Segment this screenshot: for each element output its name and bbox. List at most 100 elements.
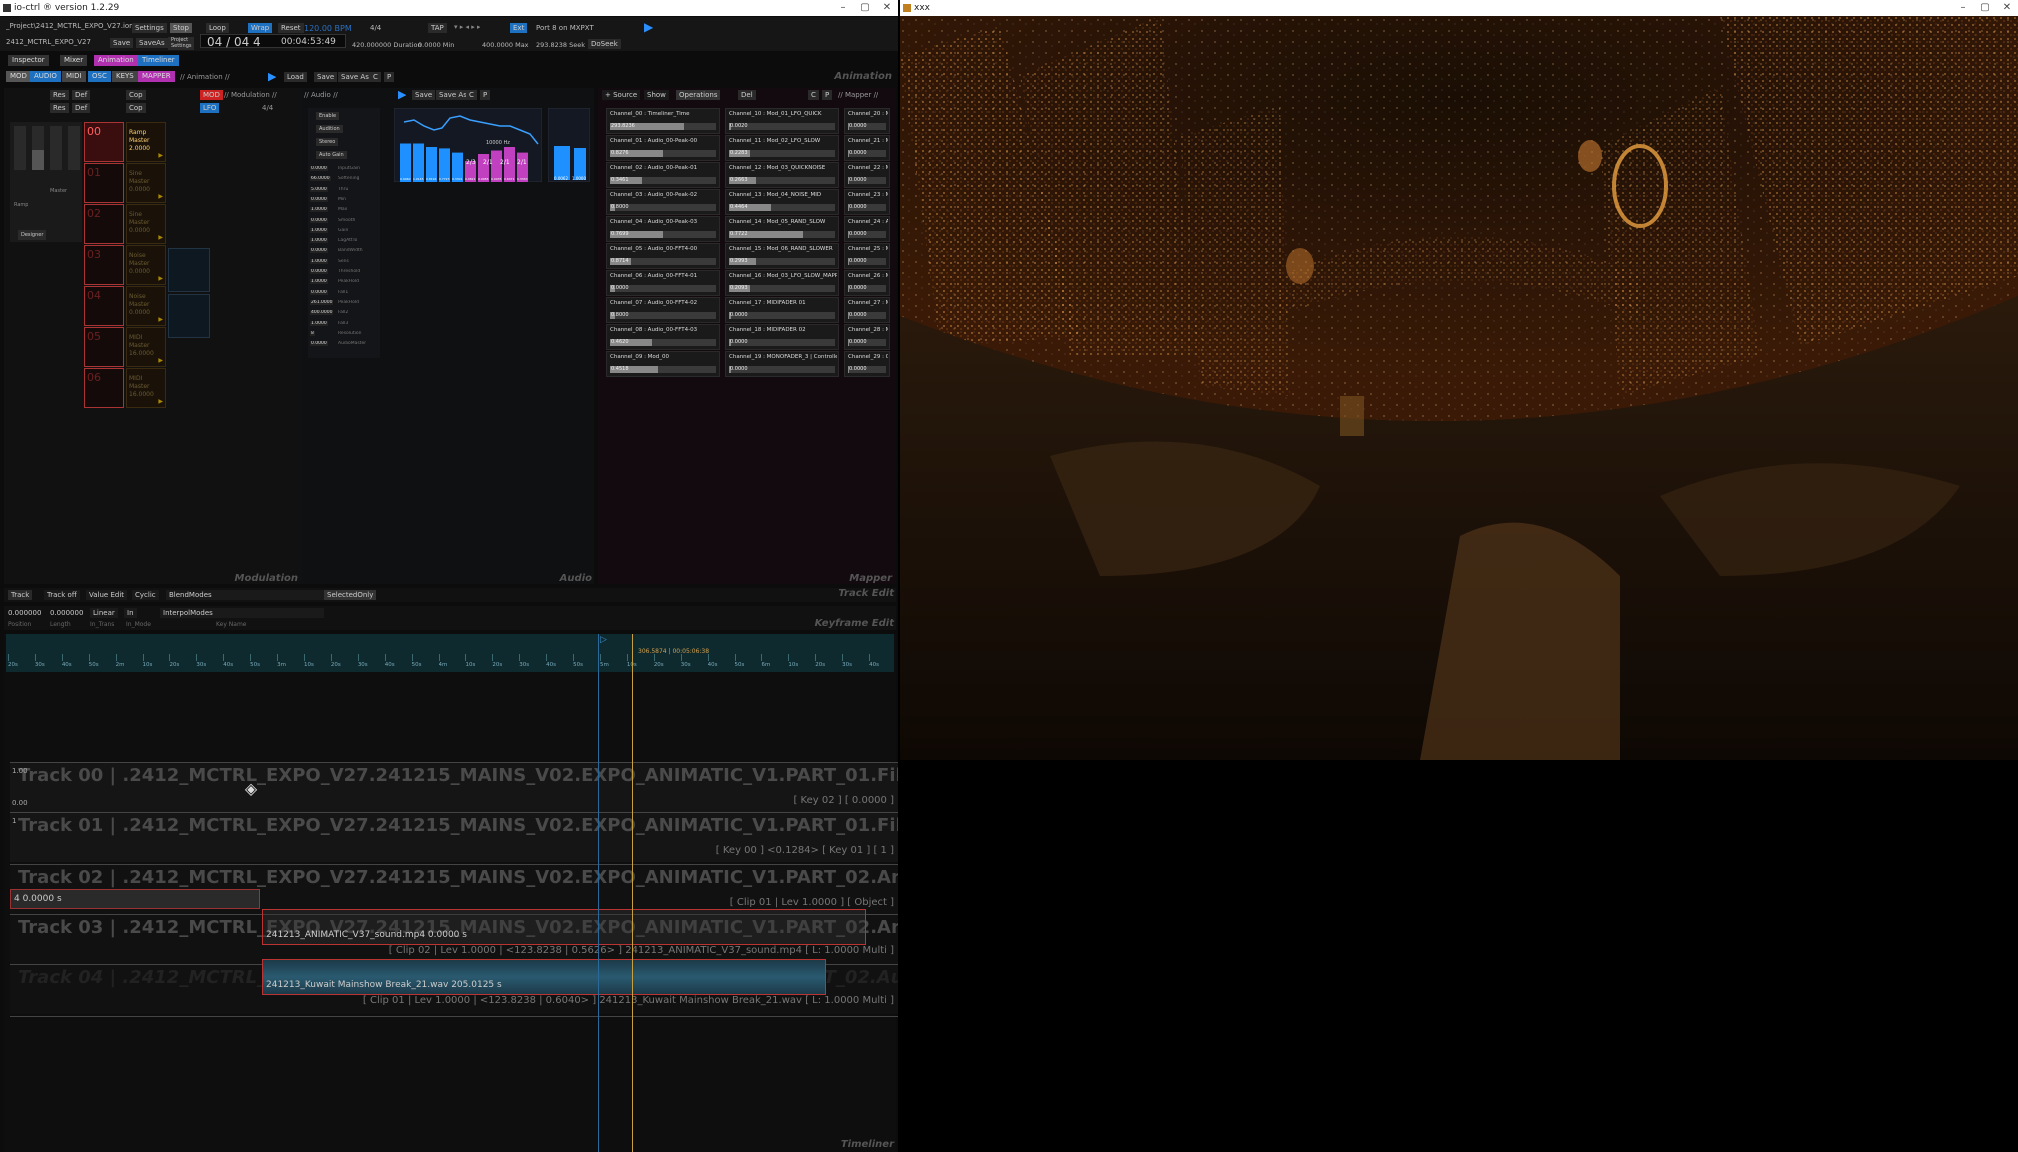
mod-block[interactable]: 06	[84, 368, 124, 408]
mod-cop-button[interactable]: Cop	[126, 90, 146, 100]
mapper-channel[interactable]: Channel_17 : MIDIFADER 01 0.0000	[725, 297, 839, 323]
audio-enable-button[interactable]: Enable	[316, 112, 340, 120]
mapper-channel[interactable]: Channel_01 : Audio_00-Peak-00 0.8276	[606, 135, 720, 161]
audio-param-value[interactable]: 1.0000	[310, 320, 328, 326]
render-viewport[interactable]	[900, 16, 2018, 760]
mod-block[interactable]: 04	[84, 286, 124, 326]
mod-tab[interactable]: MOD	[200, 90, 223, 100]
audio-spectrum[interactable]: 0.9460 1.0145 0.8194 0.7723 0.3301 0.9821 0.99…	[394, 108, 542, 182]
value-edit-button[interactable]: Value Edit	[86, 590, 128, 600]
tab-keys[interactable]: KEYS	[112, 71, 138, 82]
audio-param-value[interactable]: 0.0000	[310, 166, 328, 171]
audio-saveas-button[interactable]: Save As	[436, 90, 470, 100]
anim-copy-button[interactable]: C	[370, 72, 381, 82]
mapper-channel[interactable]: Channel_18 : MIDIFADER 02 0.0000	[725, 324, 839, 350]
cyclic-button[interactable]: Cyclic	[132, 590, 159, 600]
tab-mapper[interactable]: MAPPER	[138, 71, 175, 82]
bpm-display[interactable]: 120.00 BPM	[304, 24, 352, 33]
audio-autogain-button[interactable]: Auto Gain	[316, 151, 347, 159]
mod-block-settings[interactable]: Noise Master 0.0000 ▶	[126, 245, 166, 285]
audio-param-value[interactable]: 0.0000	[310, 248, 328, 254]
mod-block[interactable]: 01	[84, 163, 124, 203]
mod-res-button[interactable]: Res	[50, 90, 69, 100]
audio-param-value[interactable]: 0.0000	[310, 341, 328, 347]
mapper-channel[interactable]: Channel_12 : Mod_03_QUICKNOISE 0.2663	[725, 162, 839, 188]
render-maximize-icon[interactable]: ▢	[1974, 0, 1996, 16]
mapper-channel[interactable]: Channel_15 : Mod_06_RAND_SLOWER 0.2993	[725, 243, 839, 269]
loop-button[interactable]: Loop	[206, 23, 229, 33]
stop-button[interactable]: Stop	[170, 23, 192, 33]
audio-param-value[interactable]: 0.0000	[310, 196, 328, 202]
mod-block[interactable]: 03	[84, 245, 124, 285]
audio-param-value[interactable]: 400.0000	[310, 310, 334, 316]
audio-param-value[interactable]: 8	[310, 330, 315, 336]
mod-block-settings[interactable]: Sine Master 0.0000 ▶	[126, 163, 166, 203]
mod-block-play-icon[interactable]: ▶	[158, 193, 163, 200]
timeline-track[interactable]: Track 02 | .2412_MCTRL_EXPO_V27.241215_M…	[10, 864, 898, 914]
mod-def-button-2[interactable]: Def	[72, 103, 91, 113]
mod-block-settings[interactable]: Ramp Master 2.0000 ▶	[126, 122, 166, 162]
close-icon[interactable]: ✕	[876, 0, 898, 16]
audio-copy-button[interactable]: C	[466, 90, 477, 100]
mapper-channel-bar[interactable]: 293.8236	[610, 123, 716, 130]
keyframe-mode-select[interactable]: Linear	[90, 608, 118, 618]
keyframe-interp-select[interactable]: InterpolModes	[160, 608, 324, 618]
mod-def-button[interactable]: Def	[72, 90, 91, 100]
mod-res-button-2[interactable]: Res	[50, 103, 69, 113]
mapper-channel-bar[interactable]: 0.0000	[848, 150, 886, 157]
mapper-channel[interactable]: Channel_19 : MONOFADER_3 | Controller Ch…	[725, 351, 839, 377]
mapper-channel[interactable]: Channel_25 : MIDI 0.0000	[844, 243, 890, 269]
selectedonly-button[interactable]: SelectedOnly	[324, 590, 377, 600]
tab-audio[interactable]: AUDIO	[30, 71, 61, 82]
mapper-channel[interactable]: Channel_27 : MIDI 0.0000	[844, 297, 890, 323]
audio-side-meter[interactable]: 0.0062 1.0000	[548, 108, 590, 182]
mapper-channel[interactable]: Channel_09 : Mod_00 0.4518	[606, 351, 720, 377]
mapper-channel-bar[interactable]: 0.7699	[610, 231, 716, 238]
blendmodes-select[interactable]: BlendModes	[166, 590, 326, 600]
track-clip[interactable]: 4 0.0000 s	[10, 889, 260, 909]
mapper-channel[interactable]: Channel_28 : MIDI 0.0000	[844, 324, 890, 350]
mapper-channel-bar[interactable]: 0.4464	[729, 204, 835, 211]
mapper-channel-bar[interactable]: 0.8714	[610, 258, 716, 265]
min-value[interactable]: 0.0000 Min	[418, 41, 454, 49]
mapper-channel-bar[interactable]: 0.0000	[848, 231, 886, 238]
doseek-button[interactable]: DoSeek	[588, 39, 621, 49]
tab-mixer[interactable]: Mixer	[60, 55, 88, 66]
timeline-track[interactable]: Track 04 | .2412_MCTRL_EXPO_V27.241215_M…	[10, 959, 898, 1014]
audio-save-button[interactable]: Save	[412, 90, 436, 100]
mapper-channel-bar[interactable]: 0.8000	[610, 312, 716, 319]
mapper-channel[interactable]: Channel_16 : Mod_03_LFO_SLOW_MAPPED 0.209…	[725, 270, 839, 296]
mod-block-play-icon[interactable]: ▶	[158, 152, 163, 159]
mapper-channel[interactable]: Channel_20 : MIDI 0.0000	[844, 108, 890, 134]
mod-slider-2[interactable]	[32, 126, 44, 170]
tab-osc[interactable]: OSC	[88, 71, 111, 82]
keyframe-position[interactable]: 0.000000	[8, 609, 41, 617]
mod-block[interactable]: 05	[84, 327, 124, 367]
track-clip[interactable]: 241213_Kuwait Mainshow Break_21.wav 205.…	[262, 959, 826, 995]
mod-slider-1[interactable]	[14, 126, 26, 170]
mapper-channel[interactable]: Channel_04 : Audio_00-Peak-03 0.7699	[606, 216, 720, 242]
mapper-channel-bar[interactable]: 0.0000	[848, 204, 886, 211]
timeline[interactable]: 20s 30s 40s 50s 2m 10s 20s 30s 40s 50s 3m 10s 20s 30s…	[4, 634, 898, 1152]
mapper-channel[interactable]: Channel_03 : Audio_00-Peak-02 0.8000	[606, 189, 720, 215]
mapper-channel[interactable]: Channel_22 : MIDI 0.0000	[844, 162, 890, 188]
tab-mod[interactable]: MOD	[6, 71, 31, 82]
audio-param-value[interactable]: 1.0000	[310, 227, 328, 233]
mapper-channel-bar[interactable]: 0.0000	[729, 339, 835, 346]
keyframe-handle-icon[interactable]: ◈	[242, 780, 260, 798]
mod-block-settings[interactable]: Noise Master 0.0000 ▶	[126, 286, 166, 326]
mod-block-play-icon[interactable]: ▶	[158, 316, 163, 323]
timeline-track[interactable]: Track 00 | .2412_MCTRL_EXPO_V27.241215_M…	[10, 762, 898, 812]
mapper-channel[interactable]: Channel_24 : Audio 0.0000	[844, 216, 890, 242]
mapper-channel-bar[interactable]: 0.0000	[848, 285, 886, 292]
track-clip[interactable]: 241213_ANIMATIC_V37_sound.mp4 0.0000 s	[262, 909, 866, 945]
audio-param-value[interactable]: 0.0000	[310, 269, 328, 274]
mapper-channel-bar[interactable]: 0.7722	[729, 231, 835, 238]
anim-play-icon[interactable]: ▶	[268, 70, 276, 83]
mapper-channel[interactable]: Channel_11 : Mod_02_LFO_SLOW 0.2283	[725, 135, 839, 161]
mapper-channel[interactable]: Channel_05 : Audio_00-FFT4-00 0.8714	[606, 243, 720, 269]
mod-block[interactable]: 02	[84, 204, 124, 244]
play-icon[interactable]: ▶	[644, 20, 653, 34]
audio-stereo-button[interactable]: Stereo	[316, 138, 339, 146]
anim-load-button[interactable]: Load	[284, 72, 307, 82]
